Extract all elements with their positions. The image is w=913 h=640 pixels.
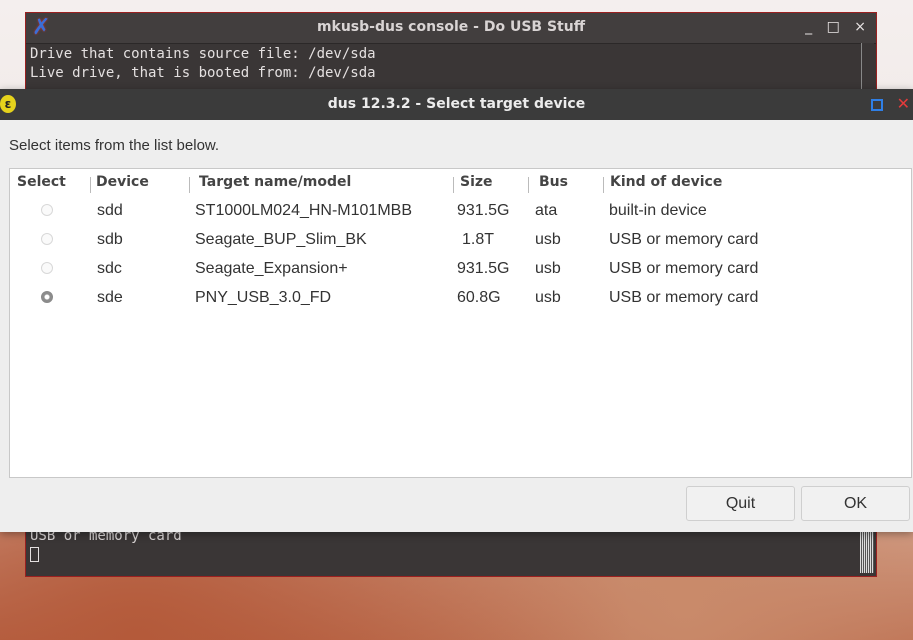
bus-cell: ata <box>535 202 558 219</box>
column-separator[interactable] <box>453 177 454 193</box>
terminal-output: Drive that contains source file: /dev/sd… <box>30 45 860 83</box>
close-icon[interactable]: ✕ <box>897 94 910 113</box>
column-separator[interactable] <box>603 177 604 193</box>
select-target-dialog: ε dus 12.3.2 - Select target device ✕ Se… <box>0 89 913 532</box>
column-separator[interactable] <box>528 177 529 193</box>
maximize-icon[interactable]: □ <box>827 19 840 35</box>
dialog-title: dus 12.3.2 - Select target device <box>327 96 586 112</box>
size-cell: 931.5G <box>457 202 510 219</box>
list-header: Select Device Target name/model Size Bus… <box>10 169 911 197</box>
model-cell: Seagate_BUP_Slim_BK <box>195 231 367 248</box>
table-row[interactable]: sdc Seagate_Expansion+ 931.5G usb USB or… <box>10 255 911 284</box>
quit-button[interactable]: Quit <box>686 486 795 521</box>
close-icon[interactable]: × <box>854 19 866 35</box>
table-row[interactable]: sdb Seagate_BUP_Slim_BK 1.8T usb USB or … <box>10 226 911 255</box>
column-separator[interactable] <box>90 177 91 193</box>
size-cell: 1.8T <box>462 231 495 248</box>
model-cell: Seagate_Expansion+ <box>195 260 348 277</box>
column-header-device[interactable]: Device <box>96 174 149 190</box>
device-cell: sdb <box>97 231 123 248</box>
select-radio[interactable] <box>41 204 53 216</box>
terminal-output-bottom: USB or memory card <box>30 527 856 563</box>
column-header-bus[interactable]: Bus <box>539 174 568 190</box>
table-row[interactable]: sde PNY_USB_3.0_FD 60.8G usb USB or memo… <box>10 284 911 313</box>
minimize-icon[interactable]: _ <box>805 19 812 35</box>
device-cell: sde <box>97 289 123 306</box>
model-cell: ST1000LM024_HN-M101MBB <box>195 202 412 219</box>
device-cell: sdc <box>97 260 122 277</box>
select-radio-checked[interactable] <box>41 291 53 303</box>
bus-cell: usb <box>535 289 561 306</box>
device-list[interactable]: Select Device Target name/model Size Bus… <box>9 168 912 478</box>
size-cell: 931.5G <box>457 260 510 277</box>
select-radio[interactable] <box>41 233 53 245</box>
ok-button[interactable]: OK <box>801 486 910 521</box>
terminal-line: Drive that contains source file: /dev/sd… <box>30 46 376 62</box>
column-header-select[interactable]: Select <box>17 174 66 190</box>
dialog-prompt: Select items from the list below. <box>9 137 220 154</box>
kind-cell: USB or memory card <box>609 260 759 277</box>
maximize-icon[interactable] <box>871 99 883 111</box>
column-header-size[interactable]: Size <box>460 174 493 190</box>
model-cell: PNY_USB_3.0_FD <box>195 289 332 306</box>
select-radio[interactable] <box>41 262 53 274</box>
terminal-title: mkusb-dus console - Do USB Stuff <box>316 19 586 35</box>
bus-cell: usb <box>535 231 561 248</box>
column-header-model[interactable]: Target name/model <box>199 174 351 190</box>
bus-cell: usb <box>535 260 561 277</box>
column-separator[interactable] <box>189 177 190 193</box>
terminal-cursor <box>30 546 39 562</box>
kind-cell: USB or memory card <box>609 231 759 248</box>
size-cell: 60.8G <box>457 289 501 306</box>
device-cell: sdd <box>97 202 123 219</box>
dialog-titlebar[interactable]: ε dus 12.3.2 - Select target device ✕ <box>0 89 913 120</box>
terminal-titlebar[interactable]: ✗ mkusb-dus console - Do USB Stuff _ □ × <box>26 13 876 44</box>
table-row[interactable]: sdd ST1000LM024_HN-M101MBB 931.5G ata bu… <box>10 197 911 226</box>
terminal-line: Live drive, that is booted from: /dev/sd… <box>30 65 376 81</box>
kind-cell: USB or memory card <box>609 289 759 306</box>
kind-cell: built-in device <box>609 202 707 219</box>
column-header-kind[interactable]: Kind of device <box>610 174 722 190</box>
